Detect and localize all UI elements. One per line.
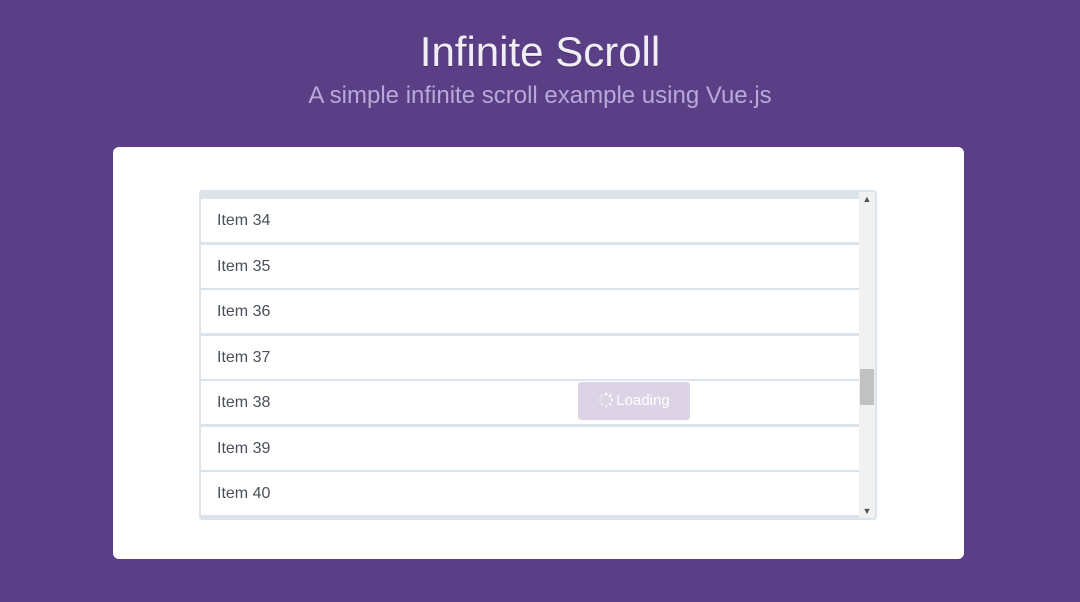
list-item[interactable]: Item 34 xyxy=(201,199,861,242)
spinner-icon xyxy=(598,392,614,407)
list-viewport[interactable]: Item 34 Item 35 Item 36 Item 37 Item 38 … xyxy=(201,192,861,518)
list-item[interactable]: Item 40 xyxy=(201,472,861,515)
content-card: Item 34 Item 35 Item 36 Item 37 Item 38 … xyxy=(113,147,964,559)
infinite-scroll-list[interactable]: Item 34 Item 35 Item 36 Item 37 Item 38 … xyxy=(199,190,877,520)
list-item-label: Item 34 xyxy=(217,212,271,229)
list-item-label: Item 37 xyxy=(217,349,271,366)
list-item-label: Item 40 xyxy=(217,485,271,502)
list-item-label: Item 36 xyxy=(217,303,271,320)
scroll-up-arrow-icon[interactable]: ▲ xyxy=(859,192,875,206)
list-item[interactable]: Item 36 xyxy=(201,290,861,333)
list-item[interactable]: Item 38 xyxy=(201,381,861,424)
list-item-label: Item 39 xyxy=(217,440,271,457)
list-item[interactable]: Item 35 xyxy=(201,245,861,288)
list-item-label: Item 35 xyxy=(217,258,271,275)
vertical-scrollbar[interactable]: ▲ ▼ xyxy=(859,192,875,518)
loading-indicator: Loading xyxy=(578,382,690,420)
loading-label: Loading xyxy=(616,392,670,409)
page-subtitle: A simple infinite scroll example using V… xyxy=(308,82,772,109)
scroll-down-arrow-icon[interactable]: ▼ xyxy=(859,504,875,518)
list-item[interactable]: Item 37 xyxy=(201,336,861,379)
page-title: Infinite Scroll xyxy=(419,28,661,75)
scrollbar-thumb[interactable] xyxy=(860,369,874,405)
list-item-label: Item 38 xyxy=(217,394,271,411)
list-item[interactable]: Item 39 xyxy=(201,427,861,470)
